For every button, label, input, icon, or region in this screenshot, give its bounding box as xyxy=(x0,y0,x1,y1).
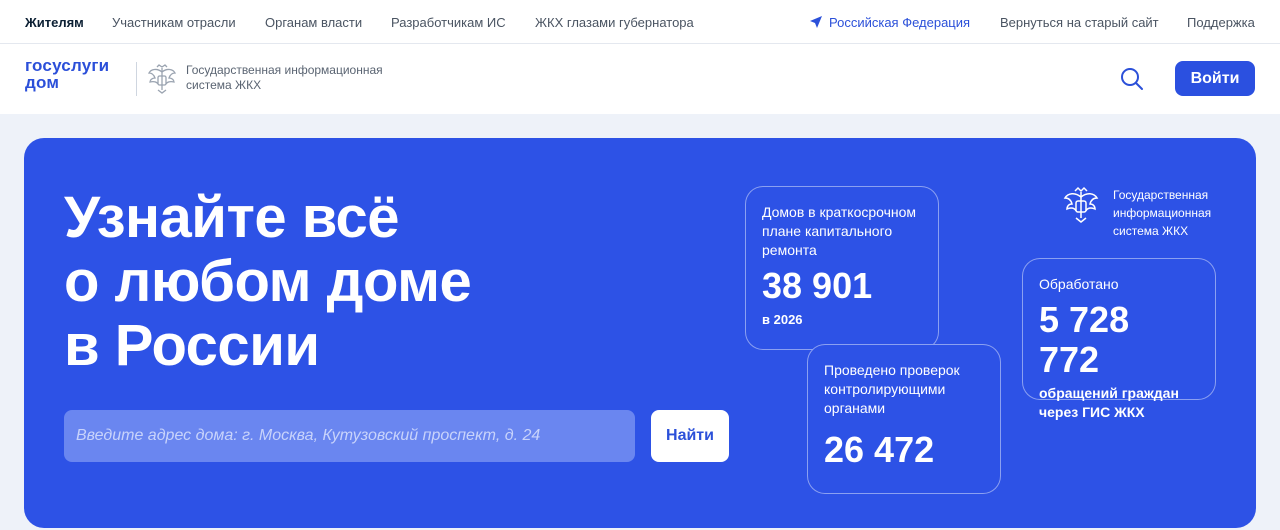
find-button[interactable]: Найти xyxy=(651,410,729,462)
eagle-emblem-icon xyxy=(1063,186,1099,223)
stat-note: в 2026 xyxy=(762,312,803,327)
stat-value: 26 472 xyxy=(824,429,935,470)
system-title: Государственная информационная система Ж… xyxy=(186,63,383,92)
gosuslugi-dom-logo[interactable]: госуслуги дом xyxy=(25,57,109,91)
stat-description: обращений граждан через ГИС ЖКХ xyxy=(1039,385,1179,420)
logo-line-2: дом xyxy=(25,73,60,92)
nav-item-governor[interactable]: ЖКХ глазами губернатора xyxy=(535,15,694,30)
logo-divider xyxy=(136,62,137,96)
gis-badge-text: Государственная информационная система Ж… xyxy=(1113,188,1212,238)
stat-card-inspections: Проведено проверок контролирующими орган… xyxy=(807,344,1001,494)
site-header: госуслуги дом Государственная информацио… xyxy=(0,44,1280,114)
hero-title: Узнайте всё о любом доме в России xyxy=(64,186,664,378)
nav-item-developers[interactable]: Разработчикам ИС xyxy=(391,15,506,30)
hero-title-line-1: Узнайте всё xyxy=(64,185,399,250)
eagle-emblem-icon xyxy=(147,64,177,94)
location-arrow-icon xyxy=(810,16,822,28)
hero-title-line-2: о любом доме xyxy=(64,249,472,314)
region-selector[interactable]: Российская Федерация xyxy=(810,15,971,30)
nav-item-residents[interactable]: Жителям xyxy=(25,15,84,30)
gis-badge: Государственная информационная система Ж… xyxy=(1061,186,1241,246)
nav-item-industry[interactable]: Участникам отрасли xyxy=(112,15,236,30)
hero-title-line-3: в России xyxy=(64,313,320,378)
login-button[interactable]: Войти xyxy=(1175,61,1255,96)
search-icon[interactable] xyxy=(1118,65,1146,93)
stat-value: 5 728 772 xyxy=(1039,299,1130,380)
region-label: Российская Федерация xyxy=(829,15,971,30)
top-navigation: Жителям Участникам отрасли Органам власт… xyxy=(0,0,1280,44)
stat-label: Проведено проверок контролирующими орган… xyxy=(824,362,960,416)
stat-card-repair-plan: Домов в краткосрочном плане капитального… xyxy=(745,186,939,350)
stat-card-requests: Обработано 5 728 772 обращений граждан ч… xyxy=(1022,258,1216,420)
stat-label: Домов в краткосрочном плане капитального… xyxy=(762,204,917,258)
logo-line-1: госуслуги xyxy=(25,56,110,75)
nav-item-authorities[interactable]: Органам власти xyxy=(265,15,362,30)
hero-banner: Узнайте всё о любом доме в России Найти … xyxy=(24,138,1256,528)
stat-value: 38 901 xyxy=(762,265,873,306)
old-site-link[interactable]: Вернуться на старый сайт xyxy=(1000,15,1159,30)
stat-label: Обработано xyxy=(1039,276,1119,292)
support-link[interactable]: Поддержка xyxy=(1187,15,1255,30)
address-search-input[interactable] xyxy=(64,410,635,462)
